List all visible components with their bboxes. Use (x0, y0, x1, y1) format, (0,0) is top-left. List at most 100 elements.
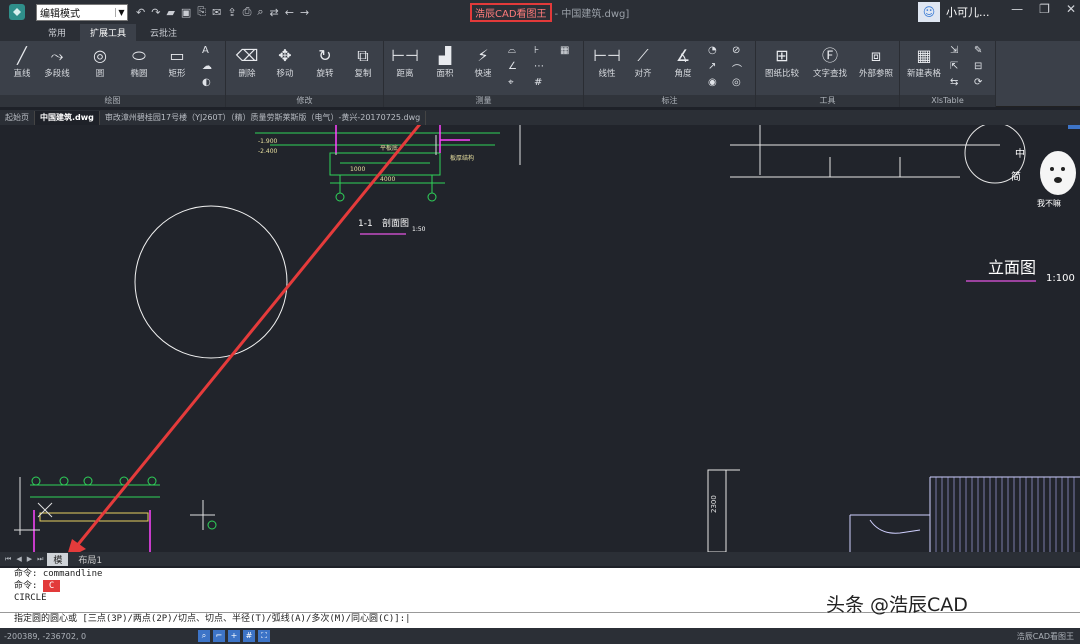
snap-icon[interactable]: + (228, 630, 240, 642)
measure-coord-icon[interactable]: ⌖ (508, 77, 514, 88)
export-icon[interactable]: ⇪ (227, 6, 236, 19)
next-layout-icon[interactable]: ▶ (27, 555, 32, 563)
back-icon[interactable]: ← (285, 6, 294, 19)
grid-icon[interactable]: # (243, 630, 255, 642)
side-text-1: 中 (1015, 147, 1025, 160)
user-area[interactable]: ☺ 小可儿... (918, 2, 990, 22)
fullscreen-icon[interactable]: ⛶ (258, 630, 270, 642)
last-layout-icon[interactable]: ⏭ (37, 555, 43, 564)
title-bar: 编辑模式 ▼ ↶ ↷ ▰ ▣ ⎘ ✉ ⇪ ⎙ ⌕ ⇄ ← → 浩辰CAD看图王 … (0, 0, 1080, 24)
restore-icon[interactable]: ❐ (1039, 2, 1050, 16)
zoom-icon[interactable]: ⌕ (257, 5, 263, 19)
ellipse-tool-button[interactable]: ⬭ 椭圆 (120, 45, 158, 79)
aligned-dim-button[interactable]: ⟋ 对齐 (624, 45, 662, 79)
circle-tool-button[interactable]: ◎ 圆 (81, 45, 119, 79)
ordinate-dim-icon[interactable]: ◎ (732, 77, 741, 88)
table-merge-icon[interactable]: ⊟ (974, 61, 982, 72)
print-icon[interactable]: ⎙ (243, 5, 252, 19)
delete-tool-button[interactable]: ⌫ 删除 (228, 45, 266, 79)
tab-extended-tools[interactable]: 扩展工具 (80, 24, 137, 41)
elevation-title: 立面图 (988, 258, 1036, 277)
text-find-button[interactable]: Ⓕ 文字查找 (808, 45, 852, 79)
doc-tab-start[interactable]: 起始页 (0, 111, 35, 125)
measure-chain-icon[interactable]: ⋯ (534, 61, 544, 72)
minimize-icon[interactable]: — (1011, 2, 1023, 16)
status-toggles: ⌕ ⌐ + # ⛶ (198, 630, 270, 642)
linear-dim-button[interactable]: ⊢⊣ 线性 (588, 45, 626, 79)
share-icon[interactable]: ⇄ (270, 6, 279, 19)
table-link-icon[interactable]: ⇆ (950, 77, 958, 88)
ortho-icon[interactable]: ⌐ (213, 630, 225, 642)
polyline-tool-button[interactable]: ⤳ 多段线 (38, 45, 76, 79)
save-as-icon[interactable]: ⎘ (197, 5, 206, 19)
save-icon[interactable]: ▣ (181, 6, 191, 19)
chevron-down-icon[interactable]: ▼ (115, 7, 127, 17)
mode-select[interactable]: 编辑模式 ▼ (36, 3, 128, 21)
rectangle-tool-button[interactable]: ▭ 矩形 (158, 45, 196, 79)
table-export-icon[interactable]: ⇱ (950, 61, 958, 72)
zoom-extents-icon[interactable]: ⌕ (198, 630, 210, 642)
link-icon[interactable]: ⚲ (1068, 125, 1080, 129)
xref-button[interactable]: ⧈ 外部参照 (854, 45, 898, 79)
symbol-icon[interactable]: ◉ (708, 77, 717, 88)
move-tool-button[interactable]: ✥ 移动 (266, 45, 304, 79)
distance-tool-button[interactable]: ⊢⊣ 距离 (386, 45, 424, 79)
measure-count-icon[interactable]: # (534, 77, 542, 88)
drawing-compare-label: 图纸比较 (764, 69, 799, 79)
doc-tab-china-building[interactable]: 中国建筑.dwg (35, 111, 100, 125)
tab-layout1[interactable]: 布局1 (72, 553, 108, 566)
arc-dim-icon[interactable]: ⌒ (732, 61, 742, 76)
drawing-compare-button[interactable]: ⊞ 图纸比较 (760, 45, 804, 79)
cloud-icon[interactable]: ☁ (202, 61, 212, 72)
user-name[interactable]: 小可儿... (946, 4, 990, 20)
svg-text:1000: 1000 (350, 166, 365, 173)
quick-measure-button[interactable]: ⚡ 快速 (464, 45, 502, 79)
open-folder-icon[interactable]: ▰ (166, 6, 174, 19)
diameter-dim-icon[interactable]: ⊘ (732, 45, 740, 56)
tab-common[interactable]: 常用 (38, 24, 76, 41)
group-annotate-label: 标注 (584, 95, 755, 107)
area-tool-button[interactable]: ▟ 面积 (426, 45, 464, 79)
avatar[interactable]: ☺ (918, 2, 940, 22)
document-tabs: 起始页 中国建筑.dwg 审改漳州碧桂园17号楼（YJ260T）（精）质量劳斯莱… (0, 110, 1080, 125)
table-edit-icon[interactable]: ✎ (974, 45, 982, 56)
table-icon: ▦ (916, 46, 932, 65)
measure-angle-icon[interactable]: ∠ (508, 61, 517, 72)
undo-icon[interactable]: ↶ (136, 6, 145, 19)
angle-dim-button[interactable]: ∡ 角度 (664, 45, 702, 79)
rectangle-tool-label: 矩形 (168, 69, 186, 79)
forward-icon[interactable]: → (300, 6, 309, 19)
measure-linear-icon[interactable]: ⊦ (534, 45, 539, 56)
tab-cloud-annotate[interactable]: 云批注 (140, 24, 187, 41)
doc-tab-zhangzhou[interactable]: 审改漳州碧桂园17号楼（YJ260T）（精）质量劳斯莱斯版（电气）-黄兴-201… (100, 111, 427, 125)
fill-icon[interactable]: ◐ (202, 77, 211, 88)
app-title: 浩辰CAD看图王 (470, 2, 552, 22)
linear-dim-label: 线性 (598, 69, 616, 79)
table-import-icon[interactable]: ⇲ (950, 45, 958, 56)
mail-icon[interactable]: ✉ (212, 6, 221, 19)
measure-table-icon[interactable]: ▦ (560, 45, 569, 56)
measure-arc-icon[interactable]: ⌓ (508, 45, 516, 56)
drawn-circle[interactable] (134, 205, 288, 359)
svg-text:平板底: 平板底 (380, 144, 398, 152)
table-update-icon[interactable]: ⟳ (974, 77, 982, 88)
close-icon[interactable]: ✕ (1066, 2, 1076, 16)
drawing-canvas[interactable]: -1.900 -2.400 平板底 板厚结构 1000 4000 1-1 剖面图… (0, 125, 1080, 552)
annotation-arrow (68, 125, 422, 552)
first-layout-icon[interactable]: ⏮ (5, 555, 11, 564)
group-modify: ⌫ 删除 ✥ 移动 ↻ 旋转 ⧉ 复制 修改 (226, 41, 384, 107)
svg-text:4000: 4000 (380, 176, 395, 183)
prev-layout-icon[interactable]: ◀ (16, 555, 21, 563)
rotate-tool-button[interactable]: ↻ 旋转 (306, 45, 344, 79)
document-title: - 中国建筑.dwg] (554, 8, 630, 20)
redo-icon[interactable]: ↷ (151, 6, 160, 19)
line-tool-button[interactable]: ╱ 直线 (3, 45, 41, 79)
tab-model[interactable]: 模 (47, 552, 69, 566)
copy-tool-button[interactable]: ⧉ 复制 (344, 45, 382, 79)
new-table-button[interactable]: ▦ 新建表格 (902, 45, 946, 79)
text-icon[interactable]: A (202, 45, 209, 56)
lightning-icon: ⚡ (477, 46, 489, 65)
leader-icon[interactable]: ↗ (708, 61, 716, 72)
radius-dim-icon[interactable]: ◔ (708, 45, 717, 56)
section-label: 1-1 (358, 219, 373, 229)
